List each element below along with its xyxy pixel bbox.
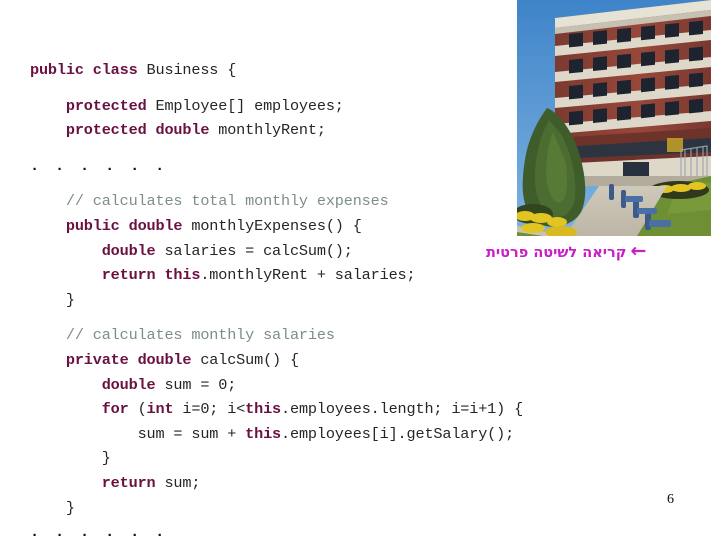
code-line: double sum = 0; <box>30 373 530 398</box>
code-token-plain: monthlyExpenses() { <box>191 216 362 235</box>
code-line: double salaries = calcSum(); <box>30 239 530 264</box>
code-token-kw: private double <box>65 350 201 369</box>
hebrew-annotation: ← קריאה לשיטה פרטית <box>486 240 647 262</box>
code-line: return sum; <box>30 471 530 496</box>
code-token-kw: int <box>146 400 183 419</box>
code-token-plain: ( <box>137 400 147 419</box>
code-line: . . . . . . <box>30 154 530 179</box>
code-token-kw: this <box>245 400 282 419</box>
code-line: // calculates total monthly expenses <box>30 189 530 214</box>
annotation-text: קריאה לשיטה פרטית <box>486 244 627 261</box>
left-arrow-icon: ← <box>630 240 647 262</box>
code-token-plain: calcSum() { <box>200 350 299 369</box>
code-line: protected double monthlyRent; <box>30 118 530 143</box>
code-token-kw: public class <box>30 61 147 79</box>
code-line: } <box>30 288 530 313</box>
code-token-plain: sum; <box>164 473 201 492</box>
slide-canvas: public class Business { protected Employ… <box>0 0 720 540</box>
code-token-plain: Business { <box>146 61 237 79</box>
building-photo <box>517 0 711 236</box>
code-token-dots: . . . . . . <box>30 156 168 175</box>
code-line: public double monthlyExpenses() { <box>30 214 530 239</box>
code-line: private double calcSum() { <box>30 348 530 373</box>
code-token-kw: return this <box>101 266 201 285</box>
code-token-kw: double <box>101 375 165 394</box>
code-line: return this.monthlyRent + salaries; <box>30 263 530 288</box>
code-token-kw: return <box>101 473 165 492</box>
java-code-block: public class Business { protected Employ… <box>30 58 530 540</box>
code-token-plain: Employee[] employees; <box>155 96 344 115</box>
code-line: protected Employee[] employees; <box>30 94 530 119</box>
code-token-plain: sum = sum + <box>137 424 246 443</box>
code-token-kw: protected double <box>65 121 219 140</box>
code-line: public class Business { <box>30 58 530 83</box>
code-token-plain: } <box>65 498 75 517</box>
code-token-plain: salaries = calcSum(); <box>164 241 353 260</box>
code-line: for (int i=0; i<this.employees.length; i… <box>30 397 530 422</box>
code-token-cmt: // calculates monthly salaries <box>65 326 335 345</box>
code-line: } <box>30 446 530 471</box>
code-token-plain: monthlyRent; <box>218 121 326 140</box>
code-token-kw: public double <box>65 216 192 235</box>
code-line: sum = sum + this.employees[i].getSalary(… <box>30 422 530 447</box>
code-token-plain: .employees.length; i=i+1) { <box>281 400 524 419</box>
building-photo-graphic <box>517 0 711 236</box>
code-token-kw: protected <box>65 96 156 115</box>
code-line: } <box>30 496 530 521</box>
code-token-plain: .monthlyRent + salaries; <box>200 266 416 285</box>
code-line: . . . . . . <box>30 520 530 540</box>
code-token-plain: .employees[i].getSalary(); <box>281 424 515 443</box>
code-token-dots: . . . . . . <box>30 523 168 540</box>
code-token-kw: this <box>245 424 282 443</box>
code-token-plain: } <box>101 449 111 468</box>
code-token-kw: double <box>101 241 165 260</box>
code-token-plain: } <box>65 290 75 309</box>
code-token-cmt: // calculates total monthly expenses <box>65 192 389 211</box>
code-token-kw: for <box>101 400 138 419</box>
code-token-plain: i=0; i< <box>182 400 246 419</box>
page-number: 6 <box>667 492 674 507</box>
code-line: // calculates monthly salaries <box>30 323 530 348</box>
code-token-plain: sum = 0; <box>164 375 237 394</box>
